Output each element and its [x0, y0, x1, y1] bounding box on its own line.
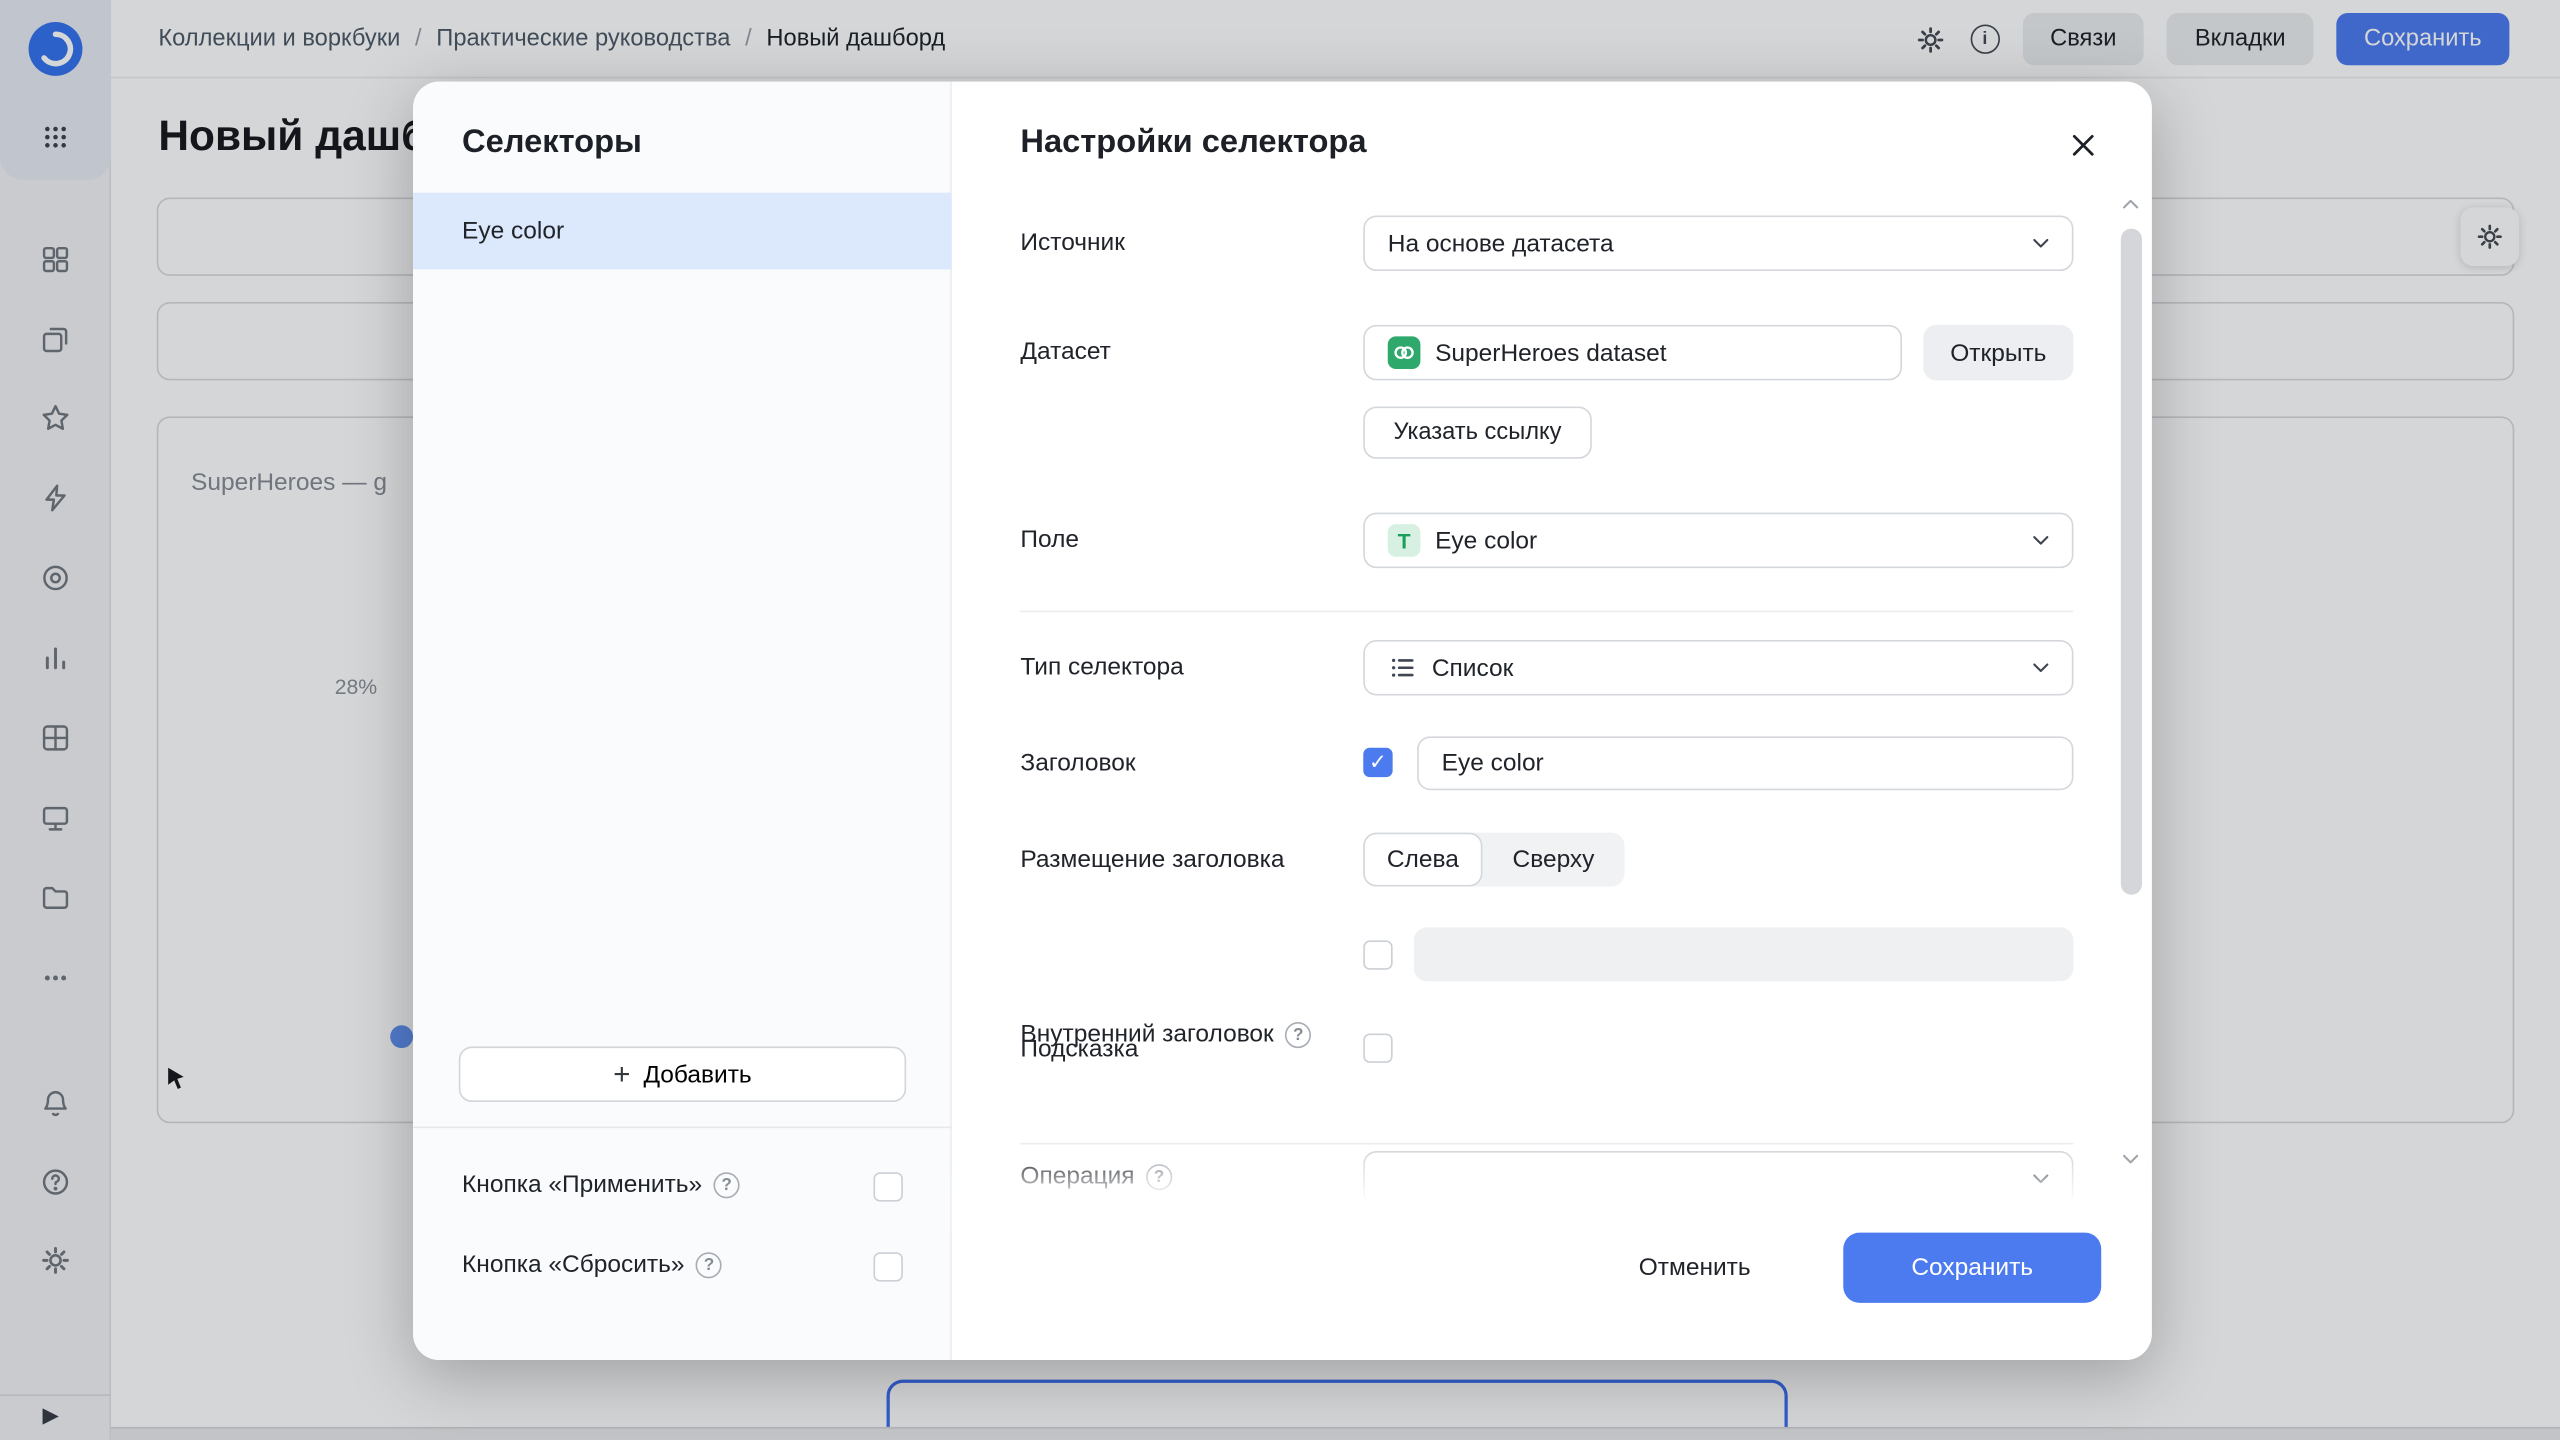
- question-icon[interactable]: ?: [713, 1171, 740, 1198]
- inner-title-input[interactable]: [1413, 927, 2074, 982]
- operation-select[interactable]: [1363, 1151, 2074, 1207]
- plus-icon: +: [613, 1057, 631, 1091]
- close-icon[interactable]: [2062, 124, 2104, 166]
- apply-checkbox[interactable]: [873, 1172, 903, 1202]
- specify-link-button[interactable]: Указать ссылку: [1363, 406, 1592, 459]
- placement-label: Размещение заголовка: [1020, 845, 1285, 874]
- hint-checkbox[interactable]: [1363, 1033, 1393, 1063]
- add-selector-label: Добавить: [643, 1060, 752, 1089]
- scrollbar-thumb[interactable]: [2120, 228, 2143, 895]
- selector-item-label: Eye color: [462, 217, 565, 245]
- dataset-label: Датасет: [1020, 337, 1111, 366]
- operation-label: Операция: [1020, 1162, 1135, 1191]
- source-label: Источник: [1020, 228, 1125, 257]
- field-label: Поле: [1020, 525, 1080, 554]
- dataset-icon: [1387, 336, 1421, 369]
- question-icon[interactable]: ?: [1145, 1163, 1173, 1190]
- field-select[interactable]: T Eye color: [1363, 512, 2074, 569]
- apply-checkbox-label: Кнопка «Применить»: [462, 1170, 703, 1199]
- settings-panel: Настройки селектора Источник На основе д…: [951, 81, 2152, 1360]
- source-value: На основе датасета: [1387, 229, 1614, 258]
- selector-settings-dialog: Селекторы Eye color + Добавить Кнопка «П…: [413, 81, 2152, 1360]
- open-dataset-button[interactable]: Открыть: [1923, 324, 2074, 381]
- selector-type-value: Список: [1431, 653, 1514, 682]
- cancel-button[interactable]: Отменить: [1621, 1233, 1768, 1303]
- selectors-panel-title: Селекторы: [462, 124, 642, 160]
- section-divider: [1020, 610, 2074, 613]
- chevron-down-icon: [2028, 230, 2054, 256]
- checkmark-icon: ✓: [1369, 749, 1387, 774]
- selector-list-item-eye-color[interactable]: Eye color: [413, 192, 952, 270]
- selector-type-label: Тип селектора: [1020, 653, 1184, 681]
- title-input[interactable]: [1417, 736, 2074, 791]
- scroll-down-icon[interactable]: [2118, 1146, 2144, 1172]
- chevron-down-icon: [2028, 655, 2054, 681]
- dataset-value: SuperHeroes dataset: [1435, 338, 1667, 367]
- apply-button-row: Кнопка «Применить» ?: [462, 1170, 740, 1199]
- list-type-icon: [1388, 653, 1417, 682]
- reset-checkbox[interactable]: [873, 1252, 903, 1282]
- add-selector-button[interactable]: + Добавить: [458, 1046, 907, 1103]
- chevron-down-icon: [2028, 527, 2054, 553]
- screen: ▶ Коллекции и воркбуки / Практические ру…: [0, 0, 2560, 1440]
- reset-button-row: Кнопка «Сбросить» ?: [462, 1250, 723, 1279]
- selectors-panel: Селекторы Eye color + Добавить Кнопка «П…: [413, 81, 952, 1360]
- selector-type-select[interactable]: Список: [1363, 639, 2074, 696]
- question-icon[interactable]: ?: [1285, 1021, 1312, 1048]
- operation-row: Операция ?: [1020, 1162, 1173, 1191]
- placement-segmented-control: Слева Сверху: [1363, 832, 1625, 887]
- reset-checkbox-label: Кнопка «Сбросить»: [462, 1250, 685, 1279]
- scroll-up-icon[interactable]: [2118, 191, 2144, 217]
- placement-option-left[interactable]: Слева: [1363, 832, 1483, 887]
- panel-divider: [413, 1126, 952, 1129]
- title-checkbox[interactable]: ✓: [1363, 747, 1393, 778]
- title-label: Заголовок: [1020, 749, 1136, 778]
- field-value: Eye color: [1435, 526, 1538, 555]
- hint-label: Подсказка: [1020, 1035, 1139, 1063]
- settings-panel-title: Настройки селектора: [1020, 124, 1367, 160]
- dataset-field[interactable]: SuperHeroes dataset: [1363, 324, 1903, 381]
- string-field-type-icon: T: [1387, 524, 1421, 557]
- chevron-down-icon: [2028, 1166, 2054, 1192]
- inner-title-checkbox[interactable]: [1363, 940, 1393, 970]
- question-icon[interactable]: ?: [695, 1251, 723, 1278]
- section-divider: [1020, 1142, 2074, 1145]
- save-button[interactable]: Сохранить: [1843, 1232, 2102, 1303]
- placement-option-top[interactable]: Сверху: [1482, 833, 1624, 887]
- source-select[interactable]: На основе датасета: [1363, 215, 2074, 272]
